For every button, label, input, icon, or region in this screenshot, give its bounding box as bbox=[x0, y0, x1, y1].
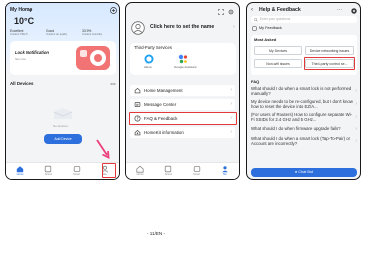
faq-item[interactable]: What should I do when firmware upgrade f… bbox=[251, 126, 353, 131]
all-devices-label: All Devices bbox=[10, 81, 34, 86]
tab-scene[interactable]: Scene bbox=[38, 165, 58, 177]
chevron-right-icon: › bbox=[230, 87, 232, 93]
chevron-right-icon: › bbox=[355, 101, 357, 107]
chevron-right-icon: › bbox=[230, 129, 232, 135]
google-assistant-label: Google Assistant bbox=[174, 65, 197, 69]
faq-label: FAQ bbox=[251, 79, 260, 84]
tab-me[interactable]: Me bbox=[215, 165, 235, 177]
add-circle-icon[interactable] bbox=[110, 7, 117, 14]
empty-box-icon bbox=[53, 108, 73, 119]
chip-non-wifi-issues[interactable]: Non-wifi issues bbox=[254, 59, 302, 68]
menu-label: HomeKit information bbox=[144, 130, 184, 135]
chevron-right-icon: › bbox=[230, 101, 232, 107]
highlight-box-me-tab bbox=[102, 163, 116, 178]
scan-icon[interactable] bbox=[218, 9, 224, 15]
chevron-right-icon[interactable]: › bbox=[233, 25, 235, 30]
faq-item[interactable]: My device needs to be re-configured, but… bbox=[251, 99, 353, 109]
faq-item[interactable]: What should I do when a smart lock (Tap-… bbox=[251, 136, 353, 146]
add-device-button[interactable]: Add Device bbox=[44, 134, 82, 144]
chevron-right-icon: › bbox=[355, 138, 357, 144]
tab-smart[interactable]: Smart bbox=[67, 165, 87, 177]
notification-sub: Set now bbox=[15, 57, 26, 61]
highlight-box-third-party bbox=[304, 57, 355, 70]
scene-icon bbox=[165, 165, 172, 173]
weather-sub-3: Outdoor Humidity bbox=[82, 33, 103, 36]
tab-label: Home bbox=[16, 173, 24, 176]
smart-icon bbox=[73, 166, 80, 172]
tab-label: Scene bbox=[44, 173, 53, 176]
home-icon bbox=[134, 87, 141, 94]
settings-icon[interactable] bbox=[228, 9, 234, 15]
pointer-arrow-icon bbox=[96, 139, 110, 160]
faq-item[interactable]: What should I do when a smart lock is no… bbox=[251, 86, 353, 96]
most-asked-title: Most Asked bbox=[254, 37, 277, 42]
menu-label: Home Management bbox=[144, 88, 183, 93]
search-bar[interactable]: Enter your questions bbox=[251, 16, 357, 23]
chip-networking-issues[interactable]: Device networking issues bbox=[305, 46, 354, 55]
home-icon bbox=[16, 166, 24, 173]
me-screen: Click here to set the name › Third-Party… bbox=[125, 2, 240, 180]
tab-home[interactable]: Home bbox=[10, 165, 30, 177]
menu-message-center[interactable]: Message Center › bbox=[130, 99, 235, 110]
google-assistant-icon[interactable] bbox=[178, 54, 188, 64]
lock-notification-card[interactable]: Lock Notification Set now bbox=[10, 41, 116, 75]
faq-item[interactable]: (For users of Routers) How to configure … bbox=[251, 112, 353, 122]
more-icon[interactable] bbox=[110, 81, 116, 87]
weather-sub-1: Outdoor PM2.5 bbox=[10, 33, 28, 36]
search-icon bbox=[254, 17, 258, 22]
lock-illustration-icon bbox=[76, 46, 110, 70]
temperature: 10°C bbox=[14, 16, 35, 26]
third-party-card: Third-Party Services Alexa Google Assist… bbox=[130, 43, 236, 75]
tab-home[interactable]: Home bbox=[130, 165, 150, 177]
search-placeholder: Enter your questions bbox=[260, 17, 291, 21]
user-icon bbox=[222, 166, 228, 173]
tab-label: Smart bbox=[73, 173, 81, 176]
menu-homekit-information[interactable]: HomeKit information › bbox=[130, 127, 235, 138]
chat-bot-button[interactable]: ● Chat Bot bbox=[251, 168, 357, 177]
more-menu-button[interactable]: ··· bbox=[337, 8, 342, 13]
alexa-label: Alexa bbox=[144, 65, 152, 69]
avatar[interactable] bbox=[131, 21, 145, 35]
page-title: Help & Feedback bbox=[259, 7, 301, 13]
help-feedback-screen: ‹ Help & Feedback ··· Enter your questio… bbox=[246, 2, 361, 180]
smart-icon bbox=[193, 166, 200, 172]
set-name-link[interactable]: Click here to set the name bbox=[150, 24, 214, 30]
message-icon bbox=[134, 102, 141, 107]
alexa-icon[interactable] bbox=[144, 54, 154, 64]
tab-label: Home bbox=[136, 173, 144, 176]
notification-title: Lock Notification bbox=[15, 50, 49, 55]
scene-icon bbox=[45, 165, 52, 173]
weather-sub-2: Outdoor air quality bbox=[46, 33, 68, 36]
menu-label: Message Center bbox=[144, 102, 177, 107]
chip-my-devices[interactable]: My Devices bbox=[254, 46, 302, 55]
chevron-right-icon: › bbox=[355, 88, 357, 94]
chevron-right-icon: › bbox=[355, 114, 357, 120]
menu-home-management[interactable]: Home Management › bbox=[130, 85, 235, 96]
chevron-down-icon[interactable] bbox=[28, 8, 33, 13]
my-feedback-link[interactable]: My Feedback bbox=[259, 26, 282, 31]
chevron-right-icon: › bbox=[355, 126, 357, 132]
home-icon bbox=[136, 165, 144, 173]
tab-label: Me bbox=[223, 173, 227, 176]
page-footer: - 11/EN - bbox=[147, 231, 166, 236]
highlight-box-faq bbox=[129, 112, 237, 125]
feedback-icon bbox=[252, 26, 257, 31]
tab-label: Scene bbox=[164, 173, 173, 176]
bottom-tab-bar: Home Scene Smart Me bbox=[126, 162, 239, 179]
tab-label: Smart bbox=[193, 173, 201, 176]
close-icon[interactable] bbox=[351, 8, 357, 14]
no-devices-text: No devices bbox=[53, 124, 68, 128]
chat-bot-label: Chat Bot bbox=[298, 170, 314, 174]
tab-smart[interactable]: Smart bbox=[187, 165, 207, 177]
back-icon[interactable]: ‹ bbox=[251, 7, 253, 13]
third-party-title: Third-Party Services bbox=[134, 45, 172, 50]
homekit-icon bbox=[134, 129, 141, 136]
tab-scene[interactable]: Scene bbox=[158, 165, 178, 177]
